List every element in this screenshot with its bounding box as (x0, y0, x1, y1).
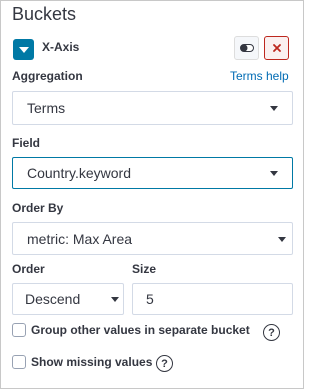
caret-down-icon (270, 171, 278, 176)
close-icon (272, 44, 281, 52)
caret-down-icon (278, 236, 286, 242)
terms-help-link[interactable]: Terms help (230, 69, 289, 83)
question-icon[interactable]: ? (263, 324, 280, 341)
order-label: Order (12, 262, 45, 276)
caret-down-icon (270, 106, 278, 111)
aggregation-select[interactable]: Terms (12, 91, 293, 125)
aggregation-select-value: Terms (27, 100, 66, 116)
show-missing-label[interactable]: Show missing values (31, 355, 152, 369)
disable-aggregation-button[interactable] (234, 36, 259, 60)
field-select-value: Country.keyword (27, 165, 132, 181)
field-select[interactable]: Country.keyword (12, 157, 293, 189)
group-other-help-glyph: ? (268, 326, 275, 339)
group-other-label[interactable]: Group other values in separate bucket (31, 323, 250, 337)
size-label: Size (132, 262, 157, 276)
order-select-value: Descend (25, 291, 81, 307)
caret-down-icon (111, 297, 119, 302)
field-label: Field (12, 136, 41, 150)
order-select[interactable]: Descend (12, 283, 124, 315)
order-by-label: Order By (12, 201, 64, 215)
show-missing-help-glyph: ? (161, 357, 168, 370)
order-by-select[interactable]: metric: Max Area (12, 222, 293, 255)
buckets-panel: Buckets X-Axis Aggregation Terms help Te… (0, 0, 304, 389)
order-by-select-value: metric: Max Area (27, 230, 133, 247)
buckets-heading: Buckets (12, 4, 77, 24)
aggregation-title: X-Axis (42, 40, 80, 54)
question-icon[interactable]: ? (156, 355, 173, 372)
size-input[interactable]: 5 (132, 283, 293, 315)
remove-aggregation-button[interactable] (264, 36, 289, 60)
group-other-checkbox[interactable] (12, 323, 26, 337)
toggle-switch-icon (239, 44, 254, 52)
show-missing-checkbox[interactable] (12, 355, 26, 369)
collapse-toggle-button[interactable] (13, 39, 34, 60)
size-input-value: 5 (146, 291, 154, 307)
chevron-down-icon (18, 46, 29, 53)
aggregation-label: Aggregation (12, 69, 83, 83)
